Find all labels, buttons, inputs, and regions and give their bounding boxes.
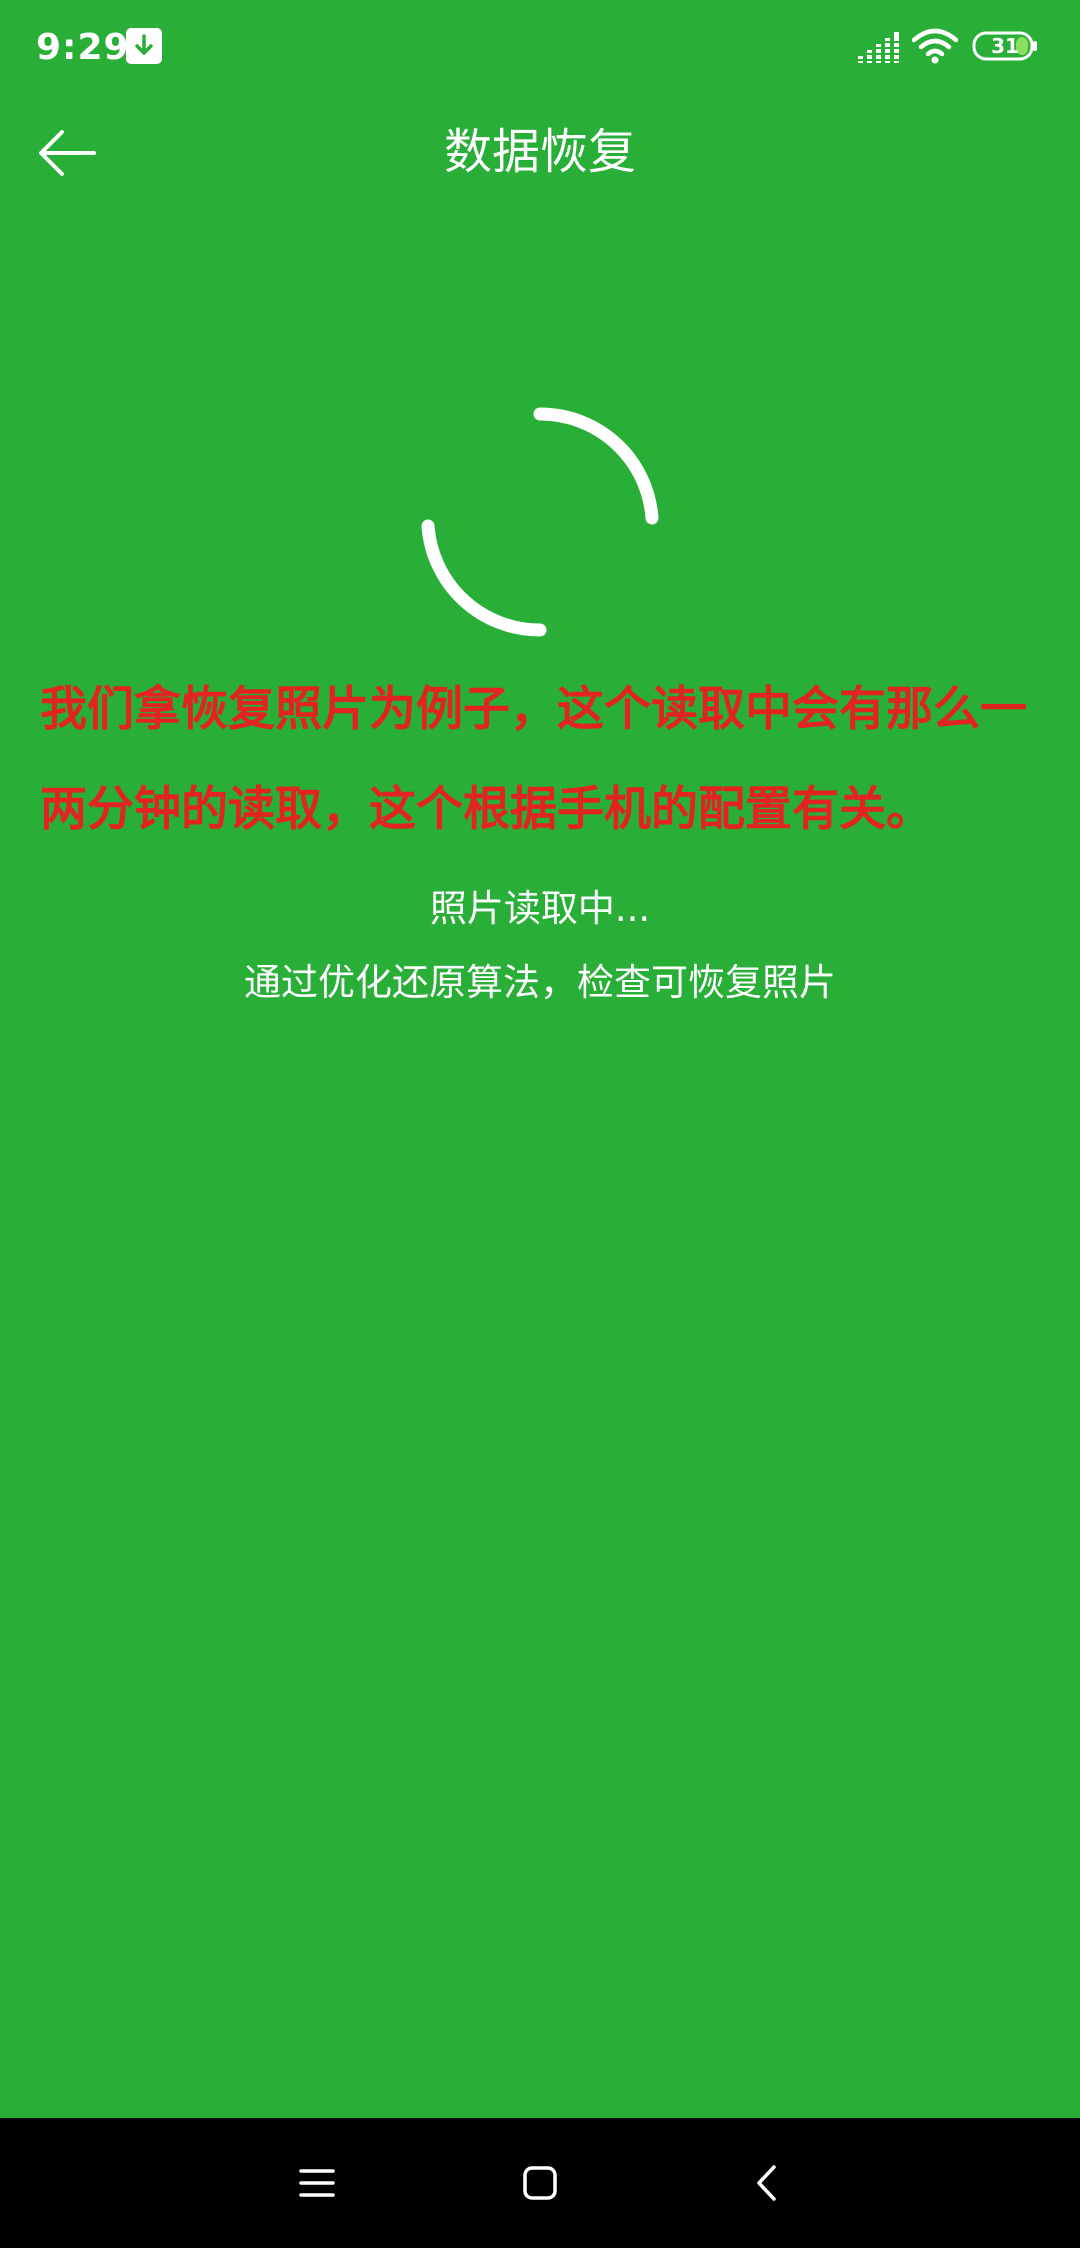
menu-icon[interactable]	[287, 2153, 347, 2213]
home-icon[interactable]	[510, 2153, 570, 2213]
loading-spinner	[421, 407, 659, 637]
status-time: 9:29	[36, 27, 130, 68]
back-button[interactable]	[30, 118, 120, 188]
battery-level: 31	[991, 34, 1019, 58]
signal-icon	[858, 32, 900, 63]
annotation-text: 我们拿恢复照片为例子，这个读取中会有那么一两分钟的读取，这个根据手机的配置有关。	[40, 682, 1027, 837]
chevron-left-icon[interactable]	[738, 2153, 798, 2213]
download-notification-icon	[126, 28, 162, 64]
loading-description: 通过优化还原算法，检查可恢复照片	[244, 961, 836, 1004]
status-bar: 9:29 31	[0, 0, 1080, 96]
page-title: 数据恢复	[443, 124, 636, 180]
navigation-bar	[0, 2118, 1080, 2248]
arrow-left-icon	[39, 130, 96, 176]
toolbar: 数据恢复	[0, 96, 1080, 216]
wifi-icon	[912, 28, 958, 64]
loading-status: 照片读取中...	[429, 887, 651, 930]
